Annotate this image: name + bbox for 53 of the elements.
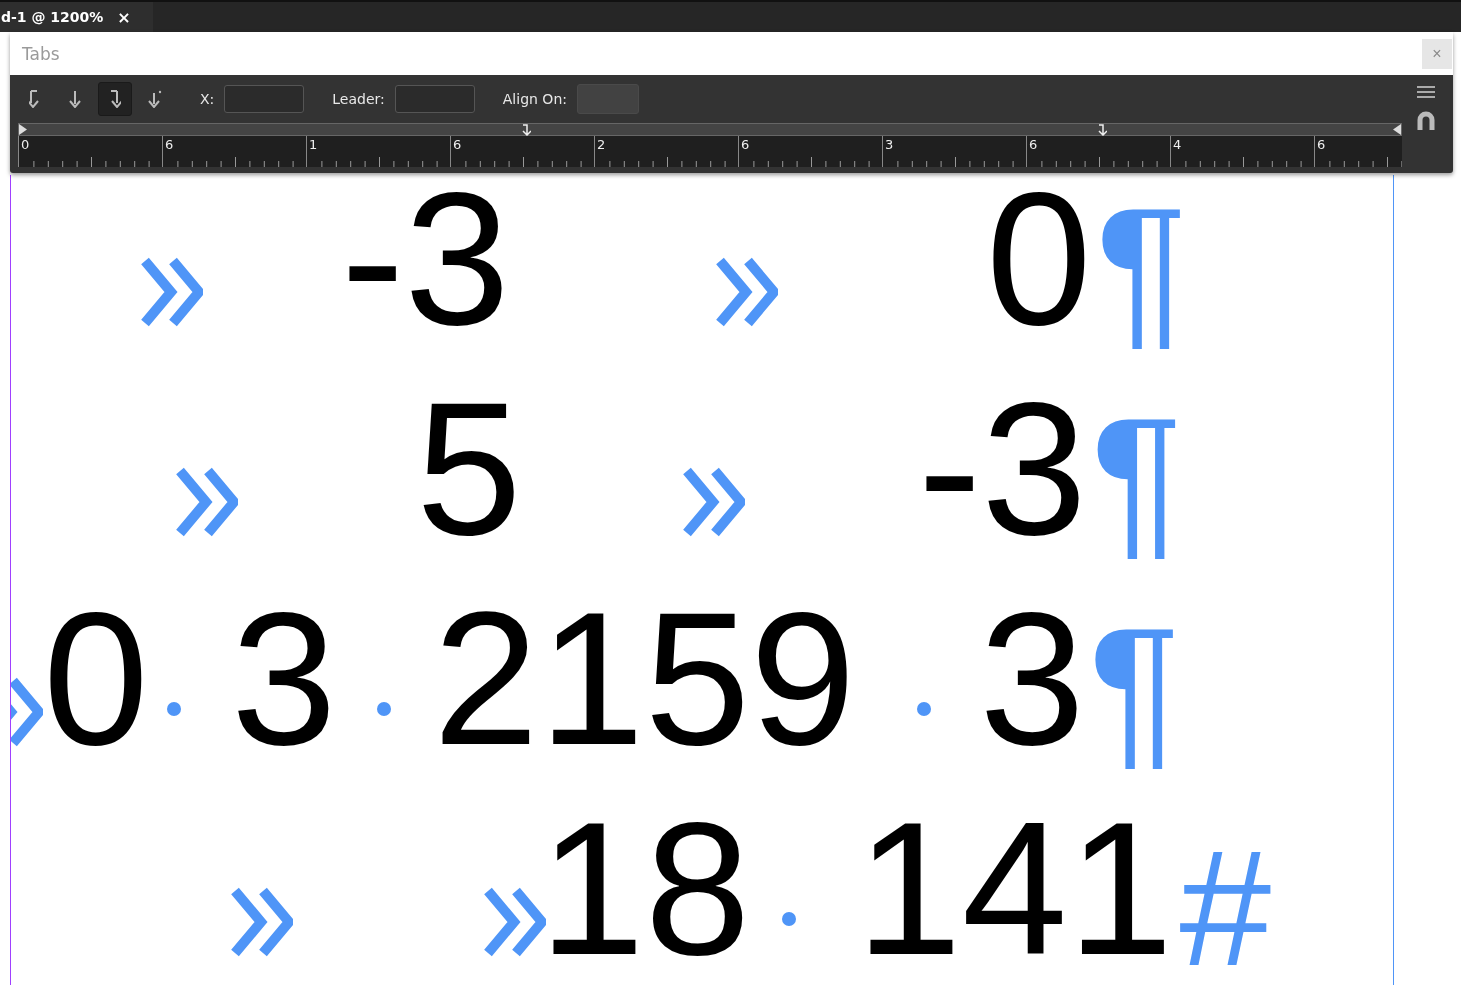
text: 2159	[433, 583, 856, 773]
tab-marker-icon	[484, 887, 546, 957]
document-tab-title[interactable]: d-1 @ 1200%	[1, 9, 104, 25]
ruler-number: 6	[1028, 136, 1039, 151]
space-dot-icon	[376, 701, 393, 717]
text: 3	[231, 583, 337, 773]
indent-marker-icon[interactable]	[1393, 124, 1401, 135]
left-tab-icon	[29, 90, 41, 108]
text: 18	[539, 793, 751, 983]
ruler-number: 4	[1172, 136, 1183, 151]
panel-title: Tabs	[22, 43, 60, 64]
ruler-number: 2	[596, 136, 607, 151]
text: 141	[856, 793, 1174, 983]
menu-icon[interactable]	[1416, 85, 1436, 99]
formatting-mark: ¶	[1088, 603, 1181, 773]
text: 0	[986, 175, 1092, 353]
ruler-number: 6	[740, 136, 751, 151]
decimal-tab-icon	[148, 90, 162, 108]
input-field[interactable]	[394, 85, 475, 113]
input-field[interactable]	[224, 85, 305, 113]
center-tab-icon	[69, 90, 81, 108]
formatting-mark: ¶	[1091, 393, 1183, 563]
tab-marker-icon	[683, 467, 746, 537]
field-label: X:	[200, 91, 215, 107]
tab-stop-icon[interactable]	[1097, 124, 1107, 136]
tab-marker-icon	[231, 887, 293, 957]
text: 0	[43, 583, 149, 773]
tab-type-button[interactable]	[98, 82, 132, 116]
tab-marker-icon	[176, 467, 238, 537]
space-dot-icon	[916, 701, 933, 717]
field-label: Leader:	[332, 91, 385, 107]
tab-marker-icon	[716, 257, 779, 327]
ruler-number: 6	[164, 136, 175, 151]
right-tab-icon	[109, 90, 121, 108]
formatting-mark: ¶	[1095, 183, 1187, 353]
ruler-number: 6	[1316, 136, 1327, 151]
close-button[interactable]: ×	[117, 7, 131, 27]
tab-stop-icon[interactable]	[521, 124, 531, 136]
text: 3	[979, 583, 1085, 773]
text: -3	[918, 373, 1087, 563]
text: -3	[341, 175, 510, 353]
space-dot-icon	[166, 701, 183, 717]
magnet-icon[interactable]	[1416, 111, 1436, 131]
space-dot-icon	[781, 911, 798, 927]
ruler-number: 3	[884, 136, 895, 151]
ruler-number: 0	[20, 136, 31, 151]
tab-marker-icon	[141, 257, 203, 327]
formatting-mark: #	[1177, 823, 1269, 985]
field-label: Align On:	[502, 91, 567, 107]
ruler-number: 1	[308, 136, 319, 151]
text: 5	[416, 373, 522, 563]
indent-marker-icon[interactable]	[19, 124, 27, 135]
ruler-number: 6	[452, 136, 463, 151]
